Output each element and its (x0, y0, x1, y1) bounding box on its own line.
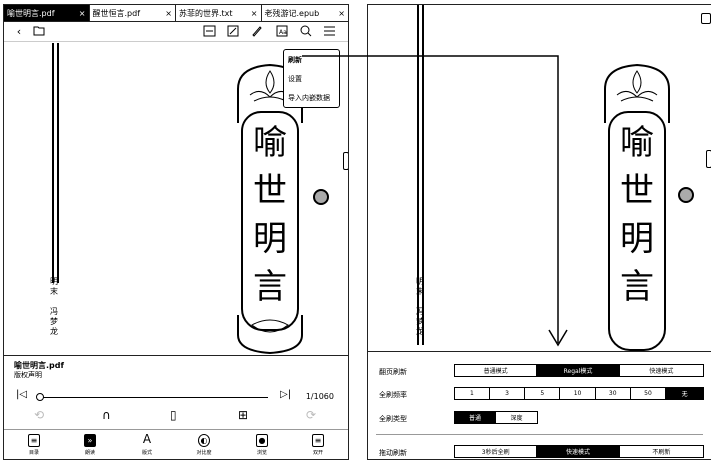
drag-refresh-label: 拖动刷新 (379, 449, 407, 457)
type-option-normal[interactable]: 普通 (455, 412, 497, 423)
note-icon[interactable] (226, 25, 240, 39)
full-refresh-type-options: 普通 深度 (454, 411, 538, 424)
browse-icon: ● (256, 434, 268, 447)
menu-icon[interactable] (322, 25, 336, 39)
left-screen: 喻世明言.pdf × 醒世恒言.pdf × 苏菲的世界.txt × 老残游记.epub… (3, 4, 349, 460)
spine-line (52, 43, 54, 283)
option-regal-mode[interactable]: Regal模式 (537, 365, 620, 376)
full-refresh-type-label: 全刷类型 (379, 415, 407, 423)
tab-4[interactable]: 老残游记.epub × (262, 5, 348, 21)
split-icon: ≡ (312, 434, 324, 447)
reader-bottom-panel: 喻世明言.pdf 版权声明 |◁ ▷| 1/1060 ⟲ ∩ ▯ ⊞ ⟳ ≡ 目录… (4, 355, 348, 459)
nav-browse[interactable]: ● 浏览 (242, 434, 282, 456)
next-chapter-icon[interactable]: ▷| (280, 389, 291, 400)
back-icon[interactable]: ‹ (12, 25, 26, 39)
tab-1[interactable]: 喻世明言.pdf × (4, 5, 90, 21)
pen-icon[interactable] (250, 25, 264, 39)
contrast-icon: ◐ (198, 434, 210, 447)
read-aloud-icon: » (84, 434, 96, 447)
type-option-deep[interactable]: 深度 (496, 412, 537, 423)
close-icon[interactable]: × (334, 9, 345, 18)
option-normal-mode[interactable]: 普通模式 (455, 365, 538, 376)
freq-option[interactable]: 3 (490, 388, 526, 399)
bottom-navbar: ≡ 目录 » 朗读 A 版式 ◐ 对比度 ● 浏览 ≡ 双开 (4, 429, 348, 459)
freq-option[interactable]: 50 (631, 388, 667, 399)
freq-option[interactable]: 5 (525, 388, 561, 399)
cover-title: 喻世明言 (620, 123, 654, 307)
option-fast-mode[interactable]: 快速模式 (620, 365, 703, 376)
freq-option[interactable]: 1 (455, 388, 490, 399)
freq-option-none[interactable]: 无 (666, 388, 704, 399)
freq-option[interactable]: 10 (560, 388, 596, 399)
redo-icon[interactable]: ⟳ (306, 408, 316, 422)
full-refresh-freq-label: 全刷频率 (379, 391, 407, 399)
grid-icon[interactable]: ⊞ (238, 408, 248, 422)
drag-option-none[interactable]: 不刷新 (620, 446, 703, 457)
page-knob[interactable] (678, 187, 694, 203)
tab-bar: 喻世明言.pdf × 醒世恒言.pdf × 苏菲的世界.txt × 老残游记.epub… (4, 5, 348, 22)
page-icon[interactable]: ▯ (170, 408, 177, 422)
full-refresh-freq-options: 1 3 5 10 30 50 无 (454, 387, 704, 400)
author-text: 明末 冯梦龙 (416, 277, 424, 336)
reader-toolbar: ‹ Aa (4, 22, 348, 42)
progress-slider[interactable] (42, 397, 268, 398)
close-icon[interactable]: × (161, 9, 172, 18)
ocr-icon[interactable] (202, 25, 216, 39)
headphone-icon[interactable]: ∩ (102, 408, 111, 422)
tab-label: 老残游记.epub (264, 8, 320, 18)
nav-split[interactable]: ≡ 双开 (298, 434, 338, 456)
side-handle[interactable] (343, 152, 348, 170)
right-screen: 明末 冯梦龙 喻世明言 翻页刷新 普通模式 Regal模式 快速模式 全刷频率 … (367, 4, 711, 460)
tab-label: 苏菲的世界.txt (179, 8, 233, 18)
folder-icon[interactable] (32, 25, 46, 39)
nav-read-aloud[interactable]: » 朗读 (70, 434, 110, 456)
close-icon[interactable]: × (75, 9, 86, 18)
cover-title: 喻世明言 (253, 123, 287, 307)
cover-art: 喻世明言 (599, 63, 675, 353)
undo-icon[interactable]: ⟲ (34, 408, 44, 422)
drag-refresh-options: 3秒后全刷 快速模式 不刷新 (454, 445, 704, 458)
tab-3[interactable]: 苏菲的世界.txt × (176, 5, 262, 21)
list-icon: ≡ (28, 434, 40, 447)
spine-line (57, 43, 59, 283)
nav-contrast[interactable]: ◐ 对比度 (184, 434, 224, 456)
tab-2[interactable]: 醒世恒言.pdf × (90, 5, 176, 21)
progress-handle[interactable] (36, 393, 44, 401)
search-icon[interactable] (299, 25, 313, 39)
page-turn-refresh-options: 普通模式 Regal模式 快速模式 (454, 364, 704, 377)
chapter-title[interactable]: 版权声明 (14, 370, 42, 380)
freq-option[interactable]: 30 (596, 388, 631, 399)
drag-option-3s[interactable]: 3秒后全刷 (455, 446, 538, 457)
dropdown-menu: 刷新 设置 导入内嵌数据 (283, 49, 340, 108)
side-handle[interactable] (706, 150, 711, 168)
author-text: 明末 冯梦龙 (50, 277, 58, 336)
close-icon[interactable]: × (247, 9, 258, 18)
nav-toc[interactable]: ≡ 目录 (14, 434, 54, 456)
page-turn-refresh-label: 翻页刷新 (379, 368, 407, 376)
font-icon: A (142, 432, 152, 446)
svg-text:Aa: Aa (279, 29, 287, 36)
prev-chapter-icon[interactable]: |◁ (16, 389, 27, 400)
page-knob[interactable] (313, 189, 329, 205)
menu-item-refresh[interactable]: 刷新 (284, 50, 339, 69)
menu-item-settings[interactable]: 设置 (284, 69, 339, 88)
page-indicator: 1/1060 (305, 392, 334, 401)
text-size-icon[interactable]: Aa (275, 25, 289, 39)
tab-label: 醒世恒言.pdf (92, 8, 141, 18)
drag-option-fast[interactable]: 快速模式 (537, 446, 620, 457)
divider (376, 434, 703, 435)
tab-label: 喻世明言.pdf (7, 8, 55, 18)
nav-layout[interactable]: A 版式 (127, 432, 167, 456)
book-page: 明末 冯梦龙 喻世明言 (368, 5, 711, 351)
menu-item-import[interactable]: 导入内嵌数据 (284, 88, 339, 107)
ornament-bottom (237, 315, 303, 355)
refresh-settings-panel: 翻页刷新 普通模式 Regal模式 快速模式 全刷频率 1 3 5 10 30 … (368, 351, 711, 459)
